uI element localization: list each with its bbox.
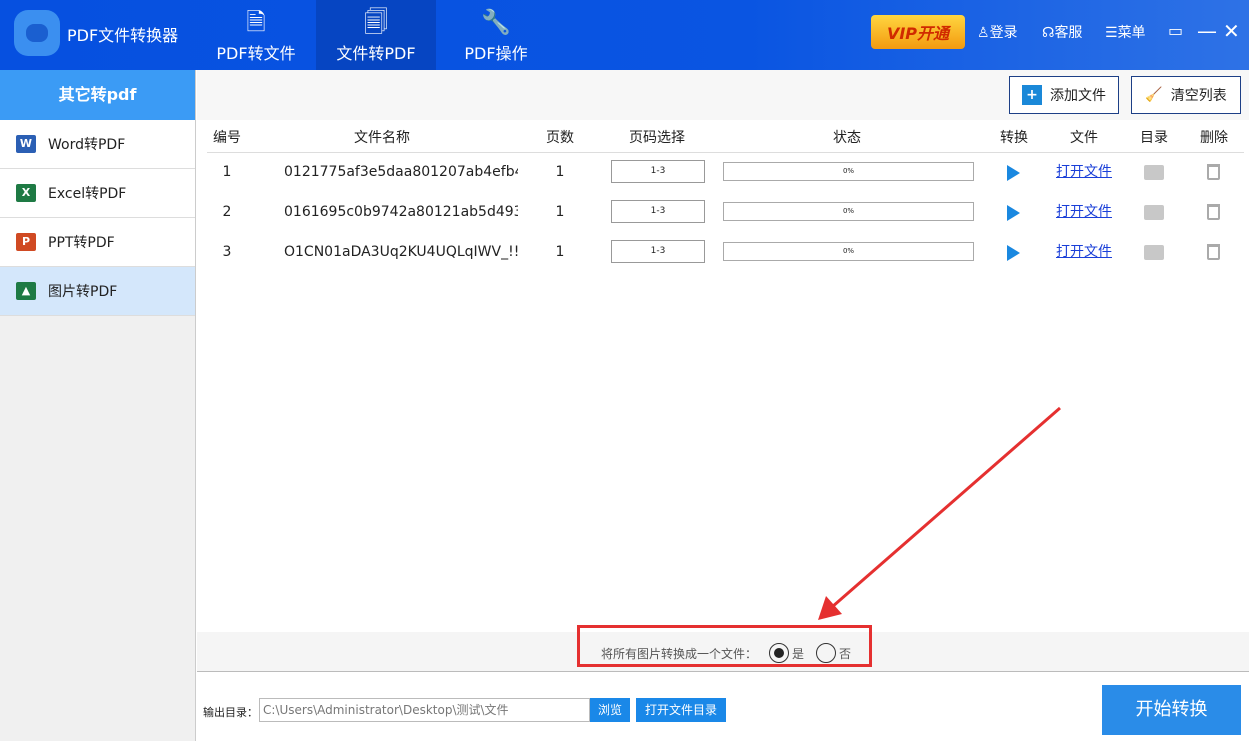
- annotation-arrow: [818, 406, 1061, 620]
- open-directory-button[interactable]: 打开文件目录: [636, 698, 726, 722]
- start-convert-button[interactable]: 开始转换: [1102, 685, 1241, 735]
- output-path-input[interactable]: C:\Users\Administrator\Desktop\测试\文件: [259, 698, 590, 722]
- browse-button[interactable]: 浏览: [590, 698, 630, 722]
- output-label: 输出目录：: [203, 706, 258, 719]
